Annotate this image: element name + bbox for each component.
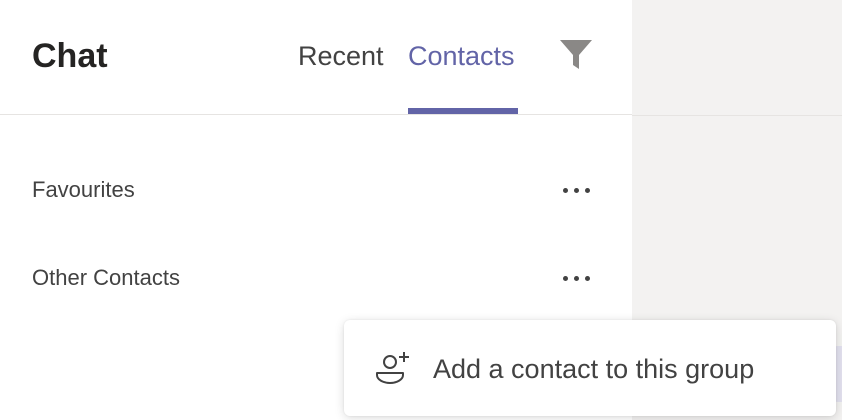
add-contact-menu-item[interactable]: Add a contact to this group [344, 320, 836, 416]
dot [584, 187, 590, 193]
group-favourites[interactable]: Favourites [0, 160, 632, 220]
chat-header: Chat Recent Contacts [0, 0, 632, 115]
dot [573, 275, 579, 281]
page-title: Chat [32, 37, 108, 75]
filter-icon[interactable] [558, 38, 594, 72]
more-options-icon[interactable] [556, 262, 596, 294]
dot [562, 187, 568, 193]
group-label: Other Contacts [32, 265, 180, 290]
active-tab-indicator [408, 108, 518, 114]
group-other-contacts[interactable]: Other Contacts [0, 248, 632, 308]
dot [562, 275, 568, 281]
divider [632, 115, 842, 116]
add-contact-label: Add a contact to this group [433, 354, 755, 384]
context-menu: Add a contact to this group [344, 320, 836, 416]
dot [584, 275, 590, 281]
dot [573, 187, 579, 193]
tab-recent[interactable]: Recent [298, 36, 384, 76]
tab-contacts[interactable]: Contacts [408, 36, 515, 76]
group-label: Favourites [32, 177, 135, 202]
more-options-icon[interactable] [556, 174, 596, 206]
add-contact-icon [376, 352, 409, 384]
